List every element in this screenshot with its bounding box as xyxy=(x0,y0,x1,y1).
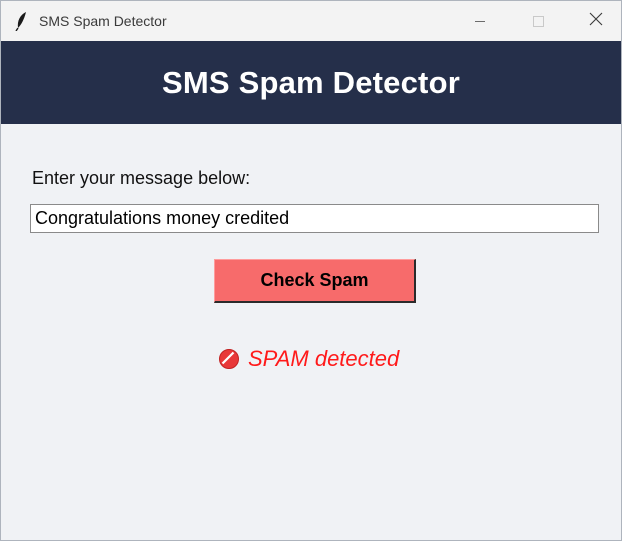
message-prompt-label: Enter your message below: xyxy=(32,168,251,188)
maximize-button[interactable] xyxy=(515,1,561,41)
result-text: SPAM detected xyxy=(248,346,400,371)
feather-icon xyxy=(14,11,30,32)
page-title: SMS Spam Detector xyxy=(162,64,460,100)
maximize-icon xyxy=(532,15,544,27)
close-icon xyxy=(589,12,603,31)
message-input[interactable] xyxy=(30,204,599,233)
minimize-icon xyxy=(475,20,485,22)
no-entry-icon xyxy=(218,348,240,370)
result-status: SPAM detected xyxy=(218,346,399,372)
minimize-button[interactable] xyxy=(457,1,503,41)
close-button[interactable] xyxy=(573,1,619,41)
check-spam-button[interactable]: Check Spam xyxy=(214,259,416,303)
app-header: SMS Spam Detector xyxy=(1,41,621,124)
app-window: SMS Spam Detector SMS Spam Detector Ente… xyxy=(0,0,622,541)
window-title: SMS Spam Detector xyxy=(39,13,167,29)
title-bar[interactable]: SMS Spam Detector xyxy=(1,1,621,41)
